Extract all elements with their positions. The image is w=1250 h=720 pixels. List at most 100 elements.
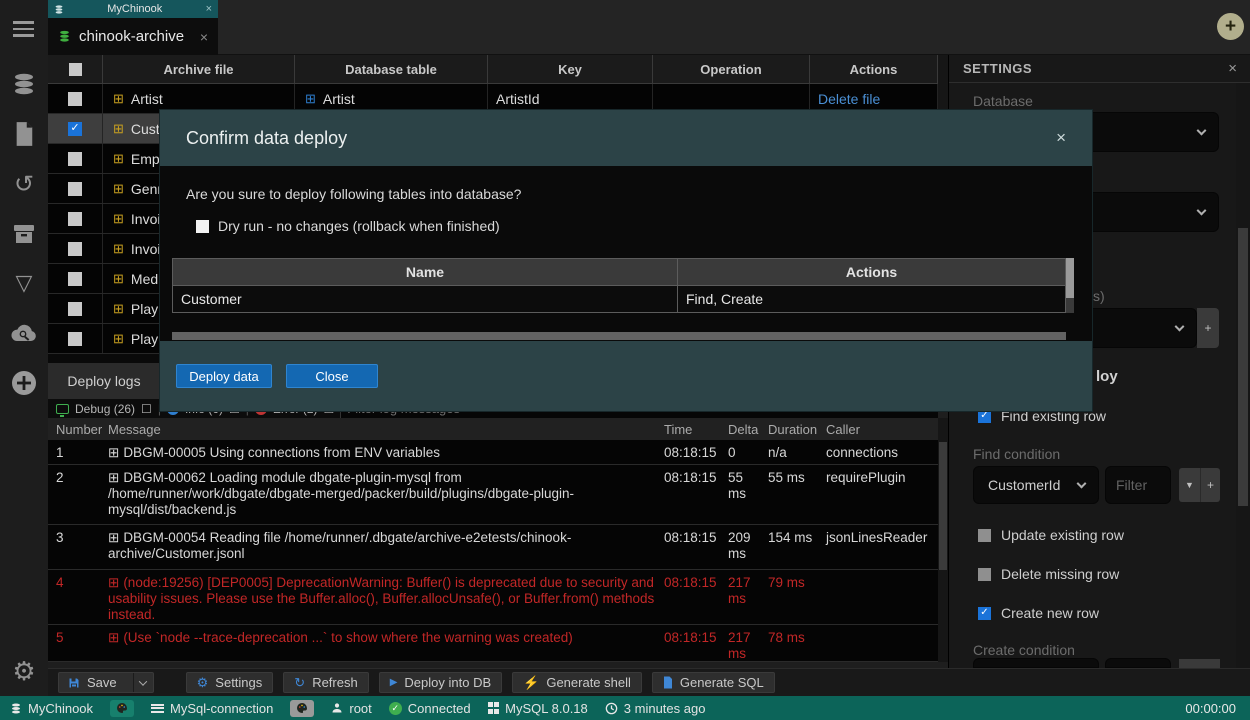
archive-nav-icon[interactable] xyxy=(0,222,48,246)
statusbar-connection[interactable]: MySql-connection xyxy=(151,701,273,716)
dry-run-option[interactable]: Dry run - no changes (rollback when fini… xyxy=(196,218,500,234)
close-icon[interactable]: × xyxy=(1228,60,1237,77)
add-nav-icon[interactable] xyxy=(0,370,48,396)
expand-icon[interactable]: ⊞ xyxy=(108,530,119,545)
tab-chinook-archive[interactable]: chinook-archive × xyxy=(48,18,218,55)
log-row[interactable]: 3 ⊞DBGM-00054 Reading file /home/runner/… xyxy=(48,525,938,570)
log-row[interactable]: 2 ⊞DBGM-00062 Loading module dbgate-plug… xyxy=(48,465,938,525)
filter-nav-icon[interactable]: ▽ xyxy=(0,270,48,296)
checkbox-unchecked[interactable] xyxy=(978,568,991,581)
row-checkbox[interactable] xyxy=(68,332,82,346)
checkbox-checked[interactable]: ✓ xyxy=(978,410,991,423)
column-header-archive-file[interactable]: Archive file xyxy=(103,55,295,83)
column-header-key[interactable]: Key xyxy=(488,55,653,83)
find-field-select[interactable]: CustomerId xyxy=(973,466,1099,504)
dialog-footer: Deploy data Close xyxy=(160,341,1092,411)
filter-mode-button[interactable]: ▼ xyxy=(1179,468,1200,502)
log-scrollbar-thumb[interactable] xyxy=(939,442,947,570)
log-row[interactable]: 1 ⊞DBGM-00005 Using connections from ENV… xyxy=(48,440,938,465)
color-badge-database[interactable] xyxy=(110,700,134,717)
refresh-button[interactable]: ↻ Refresh xyxy=(283,672,368,693)
log-message[interactable]: ⊞ (Use `node --trace-deprecation ...` to … xyxy=(106,625,660,661)
generate-sql-button[interactable]: Generate SQL xyxy=(652,672,775,693)
tab-deploy-logs[interactable]: Deploy logs xyxy=(48,363,160,399)
tab-myChinook[interactable]: MyChinook × xyxy=(48,0,218,18)
select-all-checkbox[interactable] xyxy=(69,63,82,76)
save-button[interactable]: Save xyxy=(58,672,154,693)
close-button[interactable]: Close xyxy=(286,364,378,388)
dialog-horizontal-scrollbar[interactable] xyxy=(172,332,1066,340)
row-checkbox-checked[interactable]: ✓ xyxy=(68,122,82,136)
checkbox-unchecked[interactable] xyxy=(978,529,991,542)
deploy-into-db-button[interactable]: ▶ Deploy into DB xyxy=(379,672,502,693)
history-nav-icon[interactable]: ↺ xyxy=(0,170,48,199)
row-checkbox[interactable] xyxy=(68,212,82,226)
log-col-time: Time xyxy=(660,422,726,437)
row-checkbox[interactable] xyxy=(68,272,82,286)
statusbar-refresh-age[interactable]: 3 minutes ago xyxy=(605,701,706,716)
statusbar-status[interactable]: ✓ Connected xyxy=(389,701,471,716)
log-row-error[interactable]: 5 ⊞(Use `node --trace-deprecation ...` t… xyxy=(48,625,938,662)
statusbar-user[interactable]: root xyxy=(331,701,371,716)
close-icon[interactable]: × xyxy=(206,3,212,15)
debug-checkbox[interactable]: ☐ xyxy=(141,402,152,416)
statusbar-database[interactable]: MyChinook xyxy=(10,701,93,716)
expand-icon[interactable]: ⊞ xyxy=(108,470,119,485)
gear-icon[interactable]: ⚙ xyxy=(0,656,48,687)
log-message-text: (Use `node --trace-deprecation ...` to s… xyxy=(123,630,572,645)
archive-database-icon xyxy=(58,29,71,44)
delete-missing-row-option[interactable]: Delete missing row xyxy=(978,566,1119,582)
settings-scrollbar-thumb[interactable] xyxy=(1238,228,1248,506)
expand-icon[interactable]: ⊞ xyxy=(108,445,119,460)
close-icon[interactable]: × xyxy=(200,29,208,45)
log-message[interactable]: ⊞DBGM-00062 Loading module dbgate-plugin… xyxy=(106,465,660,524)
row-checkbox[interactable] xyxy=(68,302,82,316)
database-nav-icon[interactable] xyxy=(0,72,48,96)
expand-icon[interactable]: ⊞ xyxy=(108,630,119,645)
color-badge-connection[interactable] xyxy=(290,700,314,717)
generate-shell-button[interactable]: ⚡ Generate shell xyxy=(512,672,642,693)
debug-filter-label[interactable]: Debug (26) xyxy=(75,402,135,416)
checkbox-checked[interactable]: ✓ xyxy=(978,607,991,620)
palette-icon xyxy=(116,702,128,714)
column-header-actions[interactable]: Actions xyxy=(810,55,938,83)
log-message[interactable]: ⊞DBGM-00005 Using connections from ENV v… xyxy=(106,440,660,464)
column-header-database-table[interactable]: Database table xyxy=(295,55,488,83)
bottom-toolbar: Save ⚙ Settings ↻ Refresh ▶ Deploy into … xyxy=(48,668,1250,696)
debug-icon xyxy=(56,404,69,414)
gear-glyph: ⚙ xyxy=(12,656,35,687)
files-nav-icon[interactable] xyxy=(0,121,48,147)
settings-button[interactable]: ⚙ Settings xyxy=(186,672,274,693)
table-icon: ⊞ xyxy=(113,332,124,345)
dialog-table-scrollbar-thumb[interactable] xyxy=(1066,258,1074,298)
log-row-error[interactable]: 4 ⊞(node:19256) [DEP0005] DeprecationWar… xyxy=(48,570,938,625)
add-key-button[interactable]: + xyxy=(1197,308,1219,348)
expand-icon[interactable]: ⊞ xyxy=(108,575,119,590)
add-condition-button[interactable]: + xyxy=(1200,468,1220,502)
new-tab-button[interactable]: + xyxy=(1217,13,1244,40)
log-message[interactable]: ⊞(node:19256) [DEP0005] DeprecationWarni… xyxy=(106,570,660,624)
statusbar-version[interactable]: MySQL 8.0.18 xyxy=(488,701,588,716)
row-checkbox[interactable] xyxy=(68,242,82,256)
find-field-value: CustomerId xyxy=(988,477,1060,493)
update-existing-row-option[interactable]: Update existing row xyxy=(978,527,1124,543)
row-checkbox[interactable] xyxy=(68,92,82,106)
menu-icon[interactable] xyxy=(0,17,48,41)
log-col-number: Number xyxy=(48,422,106,437)
row-checkbox[interactable] xyxy=(68,152,82,166)
create-new-row-option[interactable]: ✓ Create new row xyxy=(978,605,1099,621)
dry-run-checkbox[interactable] xyxy=(196,220,209,233)
save-dropdown[interactable] xyxy=(133,673,153,692)
column-header-operation[interactable]: Operation xyxy=(653,55,810,83)
create-field-select-clipped[interactable] xyxy=(973,658,1099,668)
row-checkbox[interactable] xyxy=(68,182,82,196)
option-label: Delete missing row xyxy=(1001,566,1119,582)
close-icon[interactable]: × xyxy=(1056,128,1066,148)
cloud-search-nav-icon[interactable] xyxy=(0,322,48,344)
create-filter-input-clipped[interactable] xyxy=(1105,658,1171,668)
deploy-data-button[interactable]: Deploy data xyxy=(176,364,272,388)
log-message[interactable]: ⊞DBGM-00054 Reading file /home/runner/.d… xyxy=(106,525,660,569)
find-filter-input[interactable] xyxy=(1105,466,1171,504)
create-condition-buttons-clipped[interactable] xyxy=(1179,659,1220,668)
delete-file-link[interactable]: Delete file xyxy=(818,91,880,107)
